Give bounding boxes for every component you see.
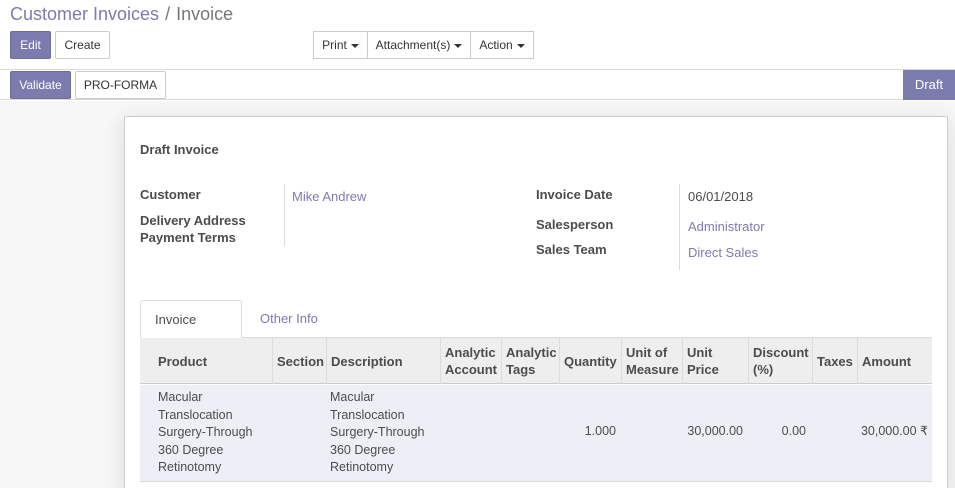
cell-product: Macular Translocation Surgery-Through 36… xyxy=(158,390,253,474)
edit-button[interactable]: Edit xyxy=(10,31,51,59)
column-header-discount[interactable]: Discount (%) xyxy=(748,338,812,384)
field-divider xyxy=(284,184,285,246)
column-header-description[interactable]: Description xyxy=(326,338,440,384)
field-divider xyxy=(679,184,680,270)
column-header-taxes[interactable]: Taxes xyxy=(812,338,857,384)
breadcrumb-current: Invoice xyxy=(176,4,234,24)
attachments-label: Attachment(s) xyxy=(375,38,451,52)
tab-other-info[interactable]: Other Info xyxy=(246,300,332,338)
column-header-amount[interactable]: Amount xyxy=(857,338,932,384)
column-header-section[interactable]: Section xyxy=(272,338,326,384)
table-row[interactable]: Macular Translocation Surgery-Through 36… xyxy=(140,385,932,482)
control-panel: Customer Invoices / Invoice Edit Create Pr… xyxy=(0,0,955,70)
proforma-button[interactable]: PRO-FORMA xyxy=(75,71,166,99)
column-header-analytic-account[interactable]: Analytic Account xyxy=(440,338,501,384)
column-header-quantity[interactable]: Quantity xyxy=(559,338,621,384)
payment-terms-label: Payment Terms xyxy=(140,230,236,245)
cell-unit-price: 30,000.00 xyxy=(687,424,743,438)
attachments-dropdown-button[interactable]: Attachment(s) xyxy=(367,31,471,59)
invoice-date-field[interactable]: 06/01/2018 xyxy=(688,189,753,204)
cell-quantity: 1.000 xyxy=(584,424,616,438)
caret-down-icon xyxy=(516,43,525,48)
column-header-analytic-tags[interactable]: Analytic Tags xyxy=(501,338,559,384)
create-button[interactable]: Create xyxy=(55,31,110,59)
status-badge-draft[interactable]: Draft xyxy=(903,70,955,100)
salesperson-field[interactable]: Administrator xyxy=(688,219,765,234)
column-header-unit-price[interactable]: Unit Price xyxy=(682,338,748,384)
action-label: Action xyxy=(479,38,513,52)
validate-button[interactable]: Validate xyxy=(10,71,71,99)
salesperson-label: Salesperson xyxy=(536,217,614,232)
print-label: Print xyxy=(322,38,347,52)
invoice-heading: Draft Invoice xyxy=(140,142,219,157)
statusbar: Validate PRO-FORMA Draft xyxy=(0,70,955,100)
tab-invoice-lines[interactable]: Invoice Lines xyxy=(140,300,242,365)
invoice-date-label: Invoice Date xyxy=(536,187,613,202)
table-header: Product Section Description Analytic Acc… xyxy=(140,338,932,384)
caret-down-icon xyxy=(350,43,359,48)
cell-discount: 0.00 xyxy=(781,424,806,438)
customer-label: Customer xyxy=(140,187,201,202)
action-dropdown-button[interactable]: Action xyxy=(470,31,534,59)
cell-amount: 30,000.00 ₹ xyxy=(860,424,928,438)
caret-down-icon xyxy=(454,43,463,48)
customer-field[interactable]: Mike Andrew xyxy=(292,189,366,204)
column-header-product[interactable]: Product xyxy=(154,338,272,384)
breadcrumb-separator: / xyxy=(165,4,171,24)
delivery-address-label: Delivery Address xyxy=(140,213,246,228)
column-header-unit-of-measure[interactable]: Unit of Measure xyxy=(621,338,682,384)
breadcrumb-customer-invoices[interactable]: Customer Invoices xyxy=(10,4,159,24)
print-dropdown-button[interactable]: Print xyxy=(313,31,368,59)
breadcrumb: Customer Invoices / Invoice xyxy=(10,4,233,24)
cell-description: Macular Translocation Surgery-Through 36… xyxy=(330,390,425,474)
sales-team-field[interactable]: Direct Sales xyxy=(688,245,758,260)
sales-team-label: Sales Team xyxy=(536,242,607,257)
